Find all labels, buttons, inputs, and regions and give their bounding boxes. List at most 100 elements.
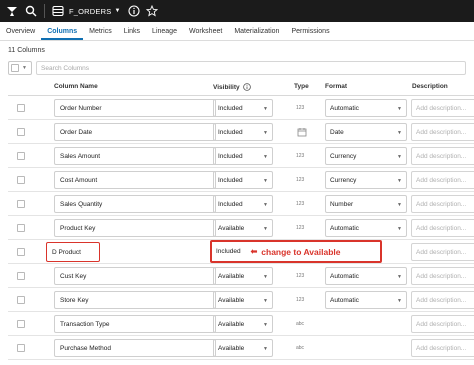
table-row: Cost Amount Included ▼ 123 Currency ▼ Add … — [8, 168, 474, 192]
column-name-input[interactable]: Transaction Type — [54, 315, 216, 333]
description-input[interactable]: Add description... — [411, 147, 474, 165]
description-input[interactable]: Add description... — [411, 267, 474, 285]
row-checkbox[interactable] — [17, 272, 25, 280]
description-input[interactable]: Add description... — [411, 123, 474, 141]
row-checkbox[interactable] — [17, 200, 25, 208]
info-icon[interactable] — [242, 83, 251, 91]
row-checkbox[interactable] — [17, 224, 25, 232]
star-icon[interactable] — [145, 4, 159, 18]
header-visibility-label: Visibility — [213, 83, 240, 91]
type-number-icon: 123 — [296, 273, 305, 279]
chevron-down-icon[interactable]: ▼ — [22, 65, 27, 71]
column-name-input[interactable]: Product Key — [54, 219, 216, 237]
chevron-down-icon[interactable]: ▼ — [114, 8, 120, 14]
column-name-input[interactable]: Purchase Method — [54, 339, 216, 357]
tab-columns[interactable]: Columns — [41, 21, 84, 40]
chevron-down-icon: ▼ — [263, 226, 268, 232]
format-select[interactable]: Automatic ▼ — [325, 219, 407, 237]
visibility-value: Included — [218, 104, 243, 112]
tab-worksheet[interactable]: Worksheet — [183, 21, 228, 40]
format-select[interactable]: Number ▼ — [325, 195, 407, 213]
column-name-input[interactable]: Order Number — [54, 99, 216, 117]
select-all-dropdown[interactable]: ▼ — [8, 61, 32, 75]
visibility-select[interactable]: Available ▼ — [213, 291, 273, 309]
table-row: Order Number Included ▼ 123 Automatic ▼ Ad… — [8, 96, 474, 120]
column-name-input[interactable]: Cost Amount — [54, 171, 216, 189]
annotation-text: change to Available — [261, 246, 341, 257]
chevron-down-icon: ▼ — [263, 106, 268, 112]
search-input[interactable]: Search Columns — [36, 61, 466, 75]
row-checkbox[interactable] — [17, 344, 25, 352]
tab-bar: Overview Columns Metrics Links Lineage W… — [0, 22, 474, 41]
table-row: D Product Included ⬅ change to Available… — [8, 240, 474, 264]
visibility-select[interactable]: Included ▼ — [213, 171, 273, 189]
description-input[interactable]: Add description... — [411, 219, 474, 237]
header-column-name: Column Name — [54, 83, 98, 90]
info-icon[interactable] — [127, 4, 141, 18]
description-input[interactable]: Add description... — [411, 339, 474, 357]
format-value: Number — [330, 200, 354, 208]
column-name-input[interactable]: Sales Amount — [54, 147, 216, 165]
row-checkbox[interactable] — [17, 152, 25, 160]
tab-metrics[interactable]: Metrics — [83, 21, 118, 40]
column-name-input[interactable]: Store Key — [54, 291, 216, 309]
visibility-value: Included — [218, 200, 243, 208]
type-number-icon: 123 — [296, 153, 305, 159]
table-row: Purchase Method Available ▼ abc Add descr… — [8, 336, 474, 360]
visibility-select[interactable]: Included ▼ — [213, 99, 273, 117]
search-icon[interactable] — [24, 4, 38, 18]
format-select[interactable]: Automatic ▼ — [325, 267, 407, 285]
format-select[interactable]: Currency ▼ — [325, 171, 407, 189]
chevron-down-icon: ▼ — [263, 130, 268, 136]
tab-materialization[interactable]: Materialization — [228, 21, 285, 40]
description-input[interactable]: Add description... — [411, 291, 474, 309]
format-select[interactable]: Automatic ▼ — [325, 99, 407, 117]
description-input[interactable]: Add description... — [411, 99, 474, 117]
table-row: Order Date Included ▼ Date ▼ Add descripti… — [8, 120, 474, 144]
chevron-down-icon: ▼ — [263, 274, 268, 280]
tab-permissions[interactable]: Permissions — [285, 21, 335, 40]
format-select[interactable]: Currency ▼ — [325, 147, 407, 165]
visibility-value: Available — [218, 272, 245, 280]
chevron-down-icon: ▼ — [397, 298, 402, 304]
chevron-down-icon: ▼ — [263, 346, 268, 352]
description-input[interactable]: Add description... — [411, 315, 474, 333]
type-text-icon: abc — [296, 345, 305, 351]
column-name-input[interactable]: Cust Key — [54, 267, 216, 285]
visibility-select[interactable]: Available ▼ — [213, 315, 273, 333]
visibility-select[interactable]: Included ⬅ change to Available — [210, 240, 382, 263]
tab-overview[interactable]: Overview — [0, 21, 41, 40]
visibility-select[interactable]: Available ▼ — [213, 219, 273, 237]
row-checkbox[interactable] — [17, 128, 25, 136]
format-value: Automatic — [330, 272, 359, 280]
annotation-callout: ⬅ change to Available — [251, 247, 341, 257]
header-format: Format — [325, 83, 348, 90]
row-checkbox[interactable] — [17, 248, 25, 256]
description-input[interactable]: Add description... — [411, 195, 474, 213]
column-name-input[interactable]: Sales Quantity — [54, 195, 216, 213]
row-checkbox[interactable] — [17, 176, 25, 184]
table-row: Transaction Type Available ▼ abc Add desc… — [8, 312, 474, 336]
row-checkbox[interactable] — [17, 104, 25, 112]
select-all-checkbox[interactable] — [11, 64, 19, 72]
format-select[interactable]: Date ▼ — [325, 123, 407, 141]
row-checkbox[interactable] — [17, 320, 25, 328]
tab-lineage[interactable]: Lineage — [146, 21, 183, 40]
type-number-icon: 123 — [296, 225, 305, 231]
description-input[interactable]: Add description... — [411, 243, 474, 261]
visibility-select[interactable]: Included ▼ — [213, 195, 273, 213]
table-row: Store Key Available ▼ 123 Automatic ▼ Add … — [8, 288, 474, 312]
type-number-icon: 123 — [296, 297, 305, 303]
column-name-input[interactable]: D Product — [46, 242, 100, 262]
dataset-title[interactable]: F_ORDERS — [69, 7, 111, 16]
visibility-select[interactable]: Included ▼ — [213, 123, 273, 141]
format-select[interactable]: Automatic ▼ — [325, 291, 407, 309]
row-checkbox[interactable] — [17, 296, 25, 304]
visibility-select[interactable]: Included ▼ — [213, 147, 273, 165]
visibility-select[interactable]: Available ▼ — [213, 267, 273, 285]
tab-links[interactable]: Links — [118, 21, 146, 40]
column-name-input[interactable]: Order Date — [54, 123, 216, 141]
description-input[interactable]: Add description... — [411, 171, 474, 189]
logo-icon[interactable] — [4, 3, 20, 19]
visibility-select[interactable]: Available ▼ — [213, 339, 273, 357]
